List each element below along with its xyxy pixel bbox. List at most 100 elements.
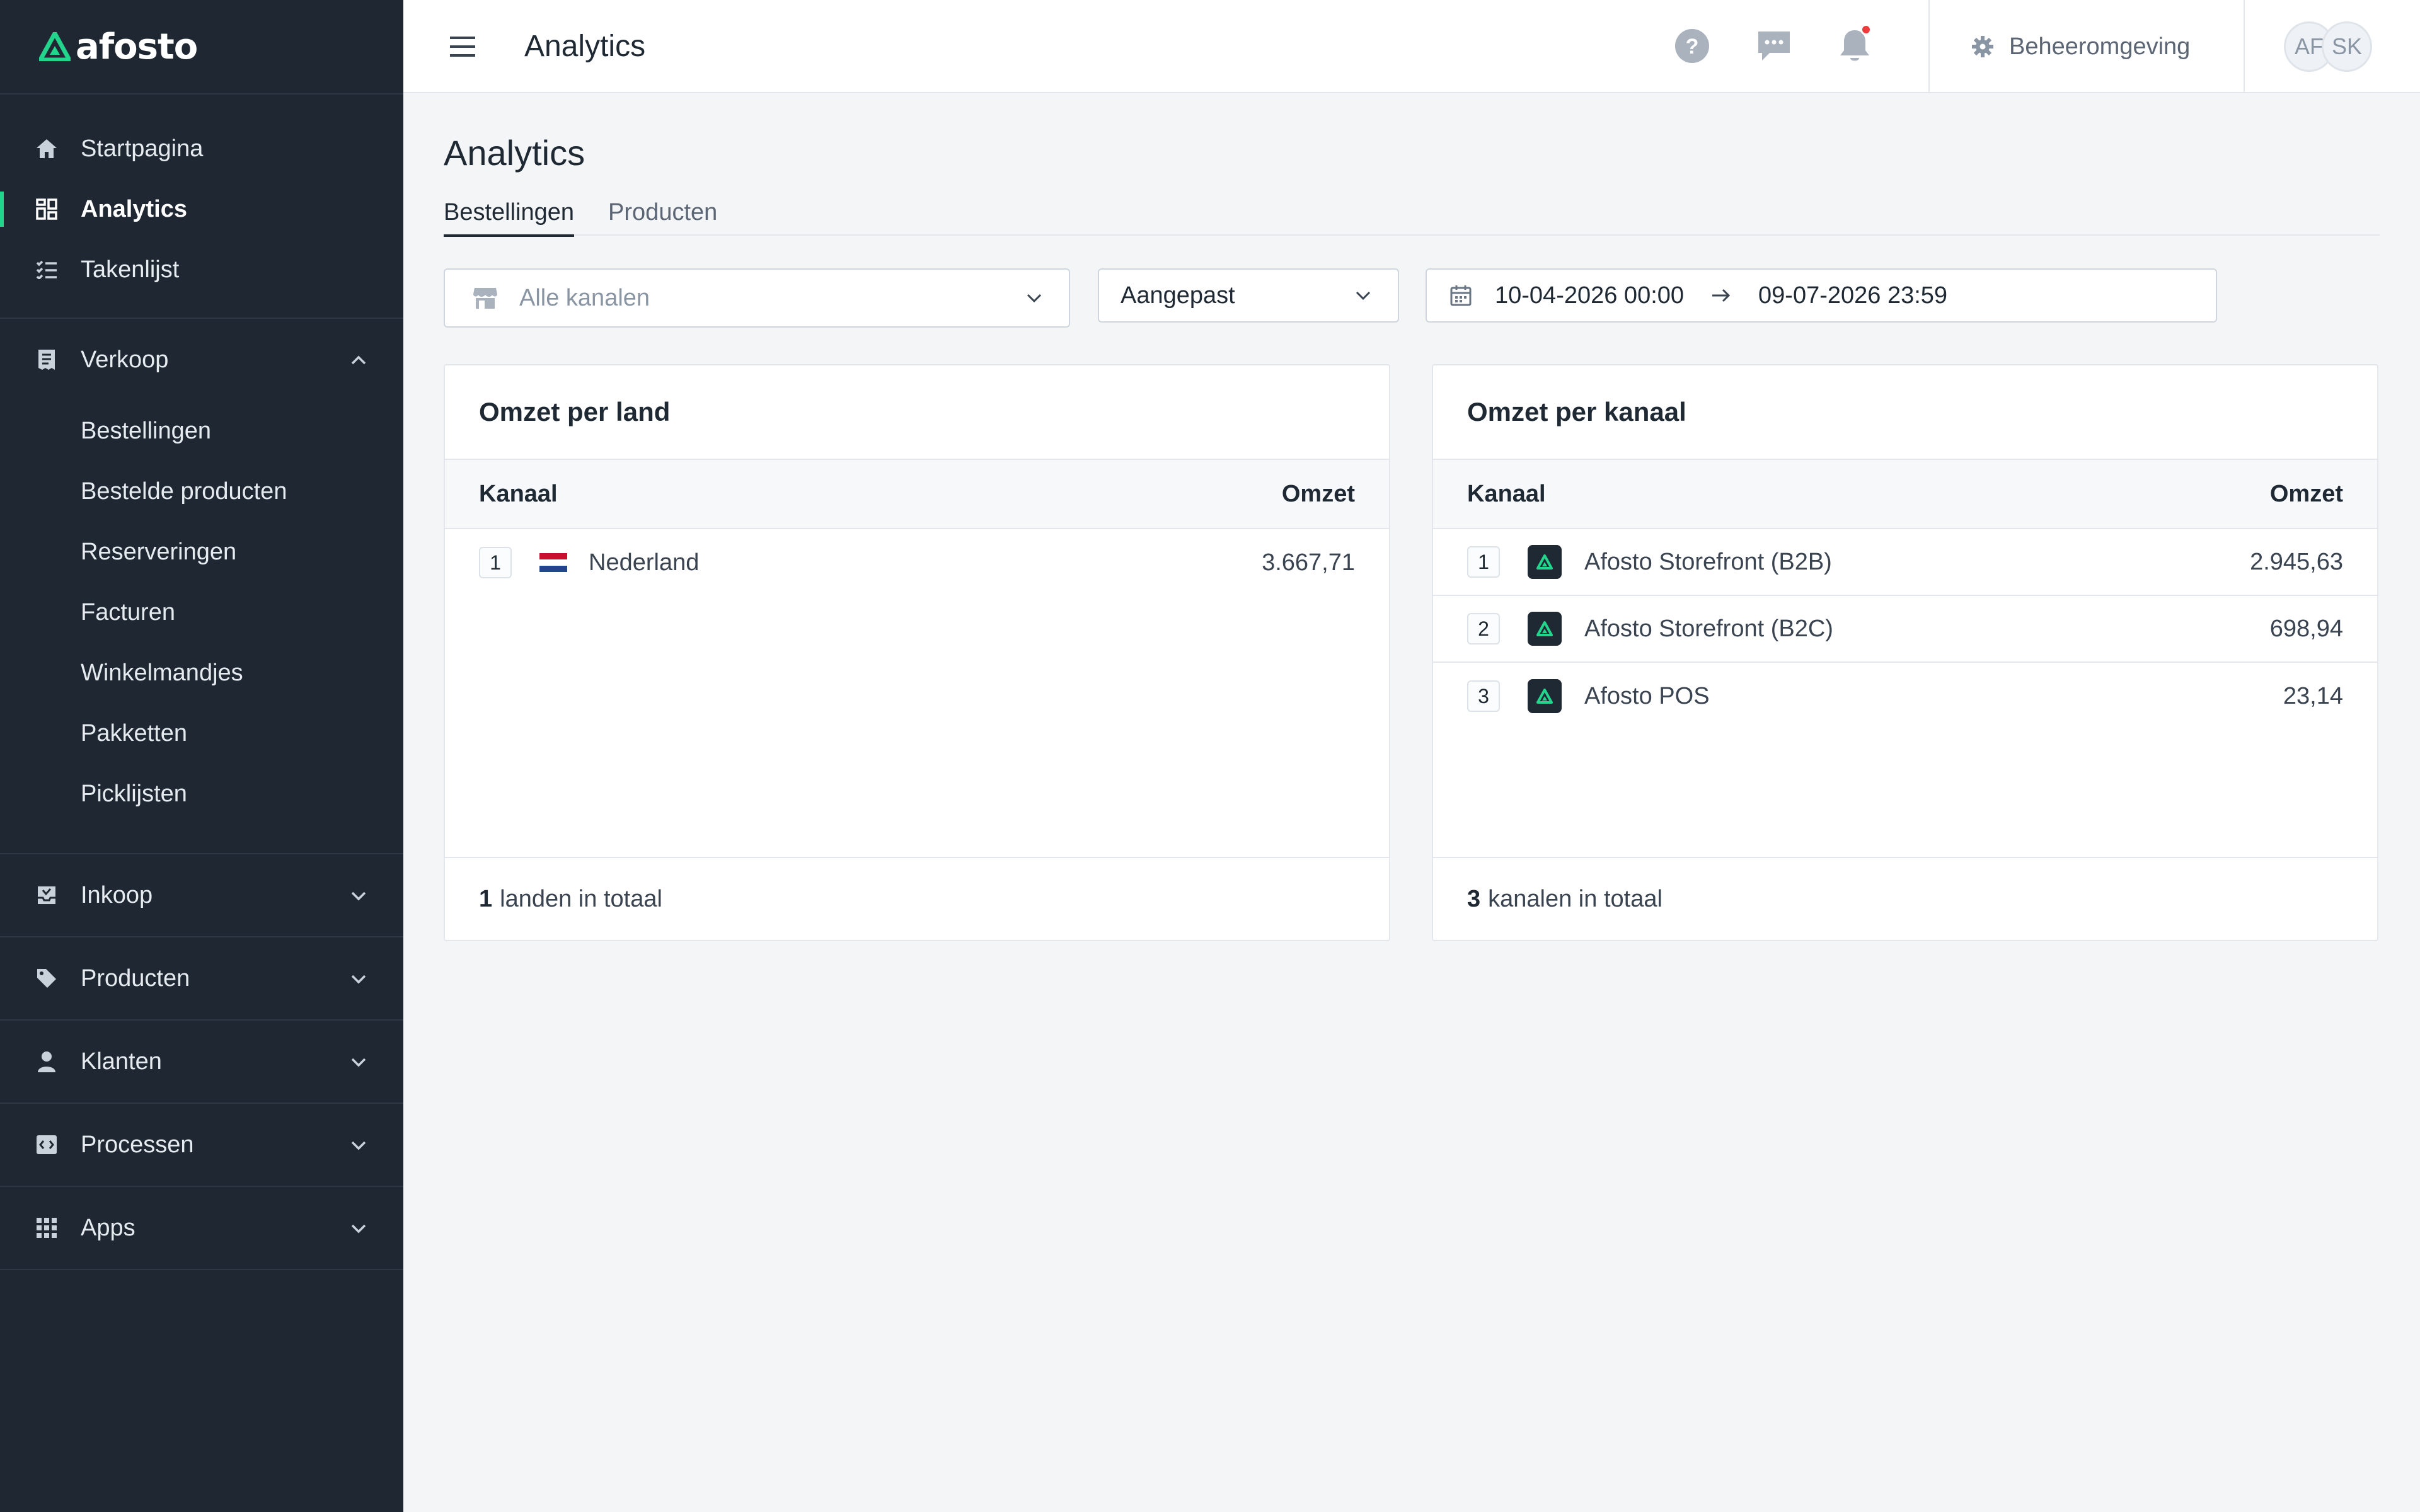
sidebar-item-reserveringen[interactable]: Reserveringen (0, 522, 403, 582)
menu-icon[interactable] (449, 34, 476, 59)
chevron-down-icon (351, 1141, 366, 1150)
chat-icon[interactable] (1756, 28, 1792, 64)
chevron-down-icon (1356, 291, 1371, 301)
checklist-icon (35, 258, 58, 281)
chevron-down-icon (351, 1224, 366, 1234)
sidebar-item-label: Takenlijst (81, 256, 180, 283)
sidebar-item-startpagina[interactable]: Startpagina (0, 118, 403, 179)
divider (2244, 0, 2245, 93)
rank-badge: 1 (1467, 546, 1500, 578)
period-select[interactable]: Aangepast (1098, 268, 1399, 323)
column-header-kanaal: Kanaal (1467, 480, 1546, 507)
rank-badge: 2 (1467, 613, 1500, 644)
section-header-inkoop[interactable]: Inkoop (0, 854, 403, 936)
admin-label: Beheeromgeving (2009, 33, 2191, 60)
grid-icon (35, 1217, 58, 1239)
sidebar-item-label: Startpagina (81, 135, 204, 162)
card-footer: 1 landen in totaal (445, 857, 1389, 940)
sidebar-item-winkelmandjes[interactable]: Winkelmandjes (0, 643, 403, 703)
home-icon (35, 137, 58, 160)
total-count: 3 (1467, 885, 1481, 912)
chevron-down-icon (351, 1058, 366, 1067)
revenue-value: 23,14 (2283, 682, 2343, 709)
avatar-initials: AF (2294, 33, 2324, 59)
table-row[interactable]: 1 Nederland 3.667,71 (445, 529, 1389, 596)
user-icon (35, 1050, 58, 1073)
section-apps: Apps (0, 1187, 403, 1270)
date-to[interactable]: 09-07-2026 23:59 (1758, 282, 1947, 309)
section-header-verkoop[interactable]: Verkoop (0, 319, 403, 401)
gear-icon (1972, 36, 1993, 57)
card-footer: 3 kanalen in totaal (1433, 857, 2377, 940)
chevron-up-icon (351, 355, 366, 365)
section-header-producten[interactable]: Producten (0, 937, 403, 1019)
tab-bestellingen[interactable]: Bestellingen (444, 195, 575, 237)
afosto-channel-icon (1528, 545, 1562, 579)
section-verkoop: Verkoop Bestellingen Bestelde producten … (0, 319, 403, 854)
tag-icon (35, 967, 58, 990)
afosto-logo-icon (39, 32, 71, 61)
channel-select-placeholder: Alle kanalen (519, 284, 650, 311)
section-label: Verkoop (81, 346, 169, 373)
table-row[interactable]: 1 Afosto Storefront (B2B) 2.945,63 (1433, 529, 2377, 596)
admin-environment-link[interactable]: Beheeromgeving (1971, 0, 2190, 93)
avatar-initials: SK (2331, 33, 2363, 59)
netherlands-flag-icon (539, 553, 567, 572)
section-label: Apps (81, 1214, 135, 1241)
column-header-kanaal: Kanaal (479, 480, 558, 507)
total-label: kanalen in totaal (1488, 885, 1662, 912)
tab-producten[interactable]: Producten (608, 195, 717, 236)
primary-nav: Startpagina Analytics Takenlijst (0, 94, 403, 319)
topbar: Analytics ? Beheeromgeving AF SK (403, 0, 2420, 93)
period-select-value: Aangepast (1121, 282, 1235, 309)
afosto-channel-icon (1528, 612, 1562, 646)
channel-name: Afosto Storefront (B2C) (1584, 615, 1833, 642)
section-klanten: Klanten (0, 1021, 403, 1104)
country-name: Nederland (589, 549, 700, 576)
sidebar-item-pakketten[interactable]: Pakketten (0, 703, 403, 764)
calendar-icon (1450, 285, 1472, 306)
dashboard-icon (35, 198, 58, 220)
section-header-klanten[interactable]: Klanten (0, 1021, 403, 1102)
table-header: Kanaal Omzet (445, 460, 1389, 529)
brand-name: afosto (76, 26, 198, 67)
avatar[interactable]: SK (2322, 21, 2372, 72)
code-icon (35, 1133, 58, 1156)
column-header-omzet: Omzet (1281, 480, 1355, 507)
chevron-down-icon (351, 975, 366, 984)
main-content: Analytics Bestellingen Producten Alle ka… (403, 94, 2420, 1512)
revenue-value: 2.945,63 (2250, 548, 2343, 575)
date-from[interactable]: 10-04-2026 00:00 (1495, 282, 1684, 309)
card-title: Omzet per land (445, 365, 1389, 460)
help-icon[interactable]: ? (1674, 28, 1710, 64)
section-label: Producten (81, 965, 190, 992)
revenue-value: 698,94 (2269, 615, 2343, 642)
revenue-value: 3.667,71 (1262, 549, 1355, 576)
table-row[interactable]: 2 Afosto Storefront (B2C) 698,94 (1433, 596, 2377, 663)
table-header: Kanaal Omzet (1433, 460, 2377, 529)
table-row[interactable]: 3 Afosto POS 23,14 (1433, 663, 2377, 730)
rank-badge: 3 (1467, 680, 1500, 712)
sidebar-item-label: Analytics (81, 195, 187, 222)
chevron-down-icon (351, 891, 366, 901)
section-header-apps[interactable]: Apps (0, 1187, 403, 1269)
brand-logo[interactable]: afosto (0, 0, 403, 94)
sidebar: afosto Startpagina Analytics Takenlijst … (0, 0, 403, 1512)
sidebar-item-analytics[interactable]: Analytics (0, 179, 403, 239)
verkoop-submenu: Bestellingen Bestelde producten Reserver… (0, 401, 403, 853)
page-title: Analytics (444, 133, 585, 173)
section-producten: Producten (0, 937, 403, 1021)
date-range-picker[interactable]: 10-04-2026 00:00 09-07-2026 23:59 (1426, 268, 2217, 323)
sidebar-item-facturen[interactable]: Facturen (0, 582, 403, 643)
afosto-channel-icon (1528, 679, 1562, 713)
sidebar-item-bestelde-producten[interactable]: Bestelde producten (0, 461, 403, 522)
channel-select[interactable]: Alle kanalen (444, 268, 1070, 328)
sidebar-item-takenlijst[interactable]: Takenlijst (0, 239, 403, 300)
arrow-right-icon (1712, 289, 1731, 302)
channel-name: Afosto Storefront (B2B) (1584, 548, 1832, 575)
section-inkoop: Inkoop (0, 854, 403, 937)
svg-text:?: ? (1686, 35, 1699, 59)
section-header-processen[interactable]: Processen (0, 1104, 403, 1186)
sidebar-item-bestellingen[interactable]: Bestellingen (0, 401, 403, 461)
sidebar-item-picklijsten[interactable]: Picklijsten (0, 764, 403, 824)
